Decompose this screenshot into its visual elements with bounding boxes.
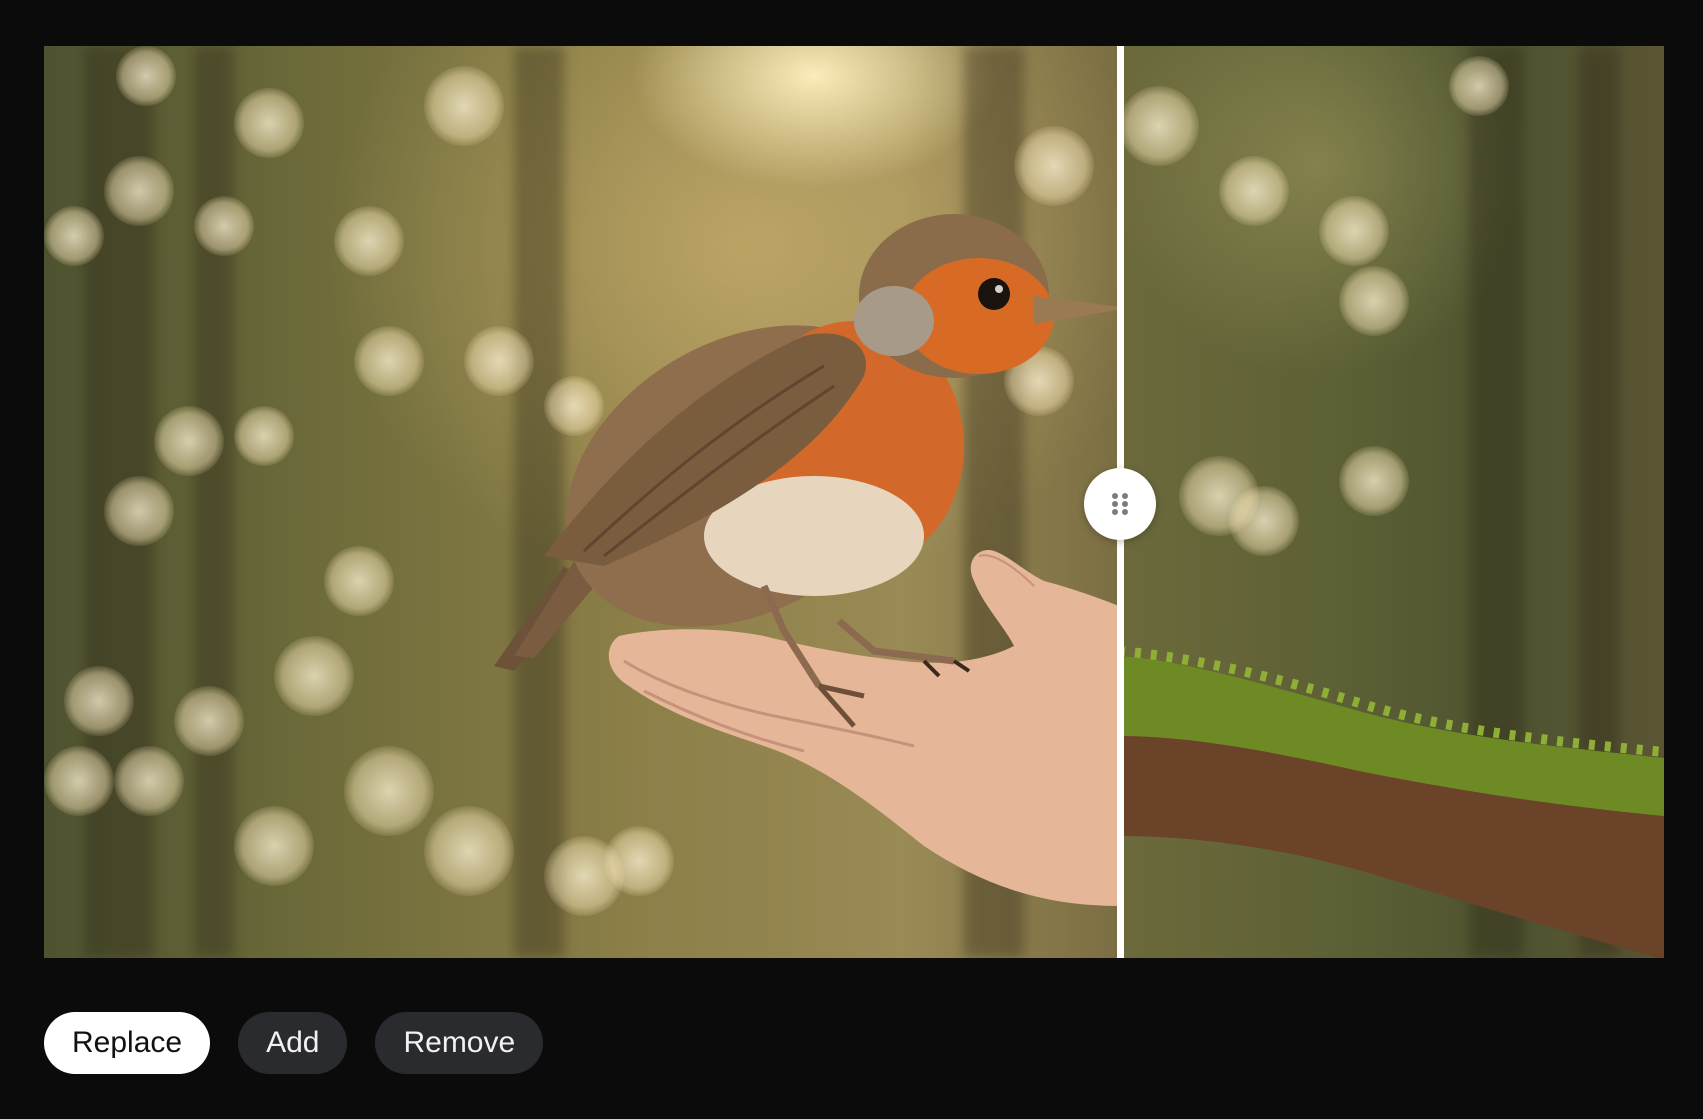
replace-button[interactable]: Replace <box>44 1012 211 1074</box>
add-button[interactable]: Add <box>238 1012 348 1074</box>
drag-handle-dots-icon <box>1112 493 1128 515</box>
remove-button[interactable]: Remove <box>375 1012 544 1074</box>
robin-on-hand-illustration <box>494 214 1119 906</box>
after-image-panel <box>1119 46 1664 958</box>
before-image-panel <box>44 46 1119 958</box>
divider-drag-handle[interactable] <box>1084 468 1156 540</box>
edit-mode-toolbar: Replace Add Remove <box>44 1012 544 1074</box>
moss-branch-illustration <box>1119 646 1664 958</box>
before-after-comparison[interactable] <box>44 46 1664 958</box>
